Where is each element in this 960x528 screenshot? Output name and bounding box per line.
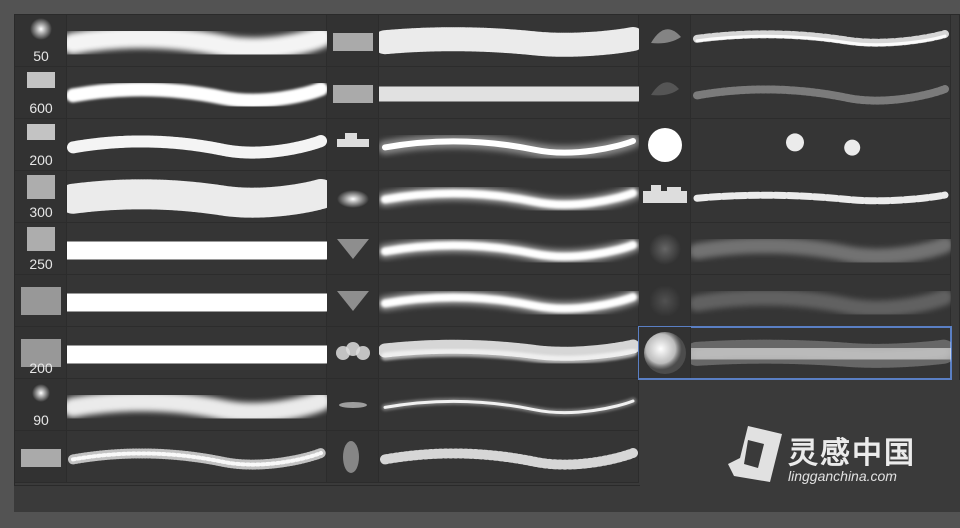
brush-stroke-preview: [67, 431, 326, 482]
brush-tip-icon: [15, 275, 67, 326]
brush-preset[interactable]: [639, 275, 951, 327]
brush-stroke-preview: [691, 67, 950, 118]
brush-stroke-preview: [67, 379, 327, 430]
brush-stroke-preview: [67, 119, 327, 170]
brush-preset[interactable]: [327, 327, 639, 379]
brush-preset[interactable]: [15, 431, 327, 483]
brush-stroke-preview: [67, 275, 327, 326]
brush-preset[interactable]: [327, 223, 639, 275]
brush-tip-icon: [639, 67, 691, 118]
watermark-url: lingganchina.com: [788, 468, 897, 484]
brush-stroke-preview: [67, 67, 327, 118]
brush-stroke-preview: [691, 15, 950, 66]
brush-size-label: 600: [29, 100, 53, 116]
brush-preset[interactable]: 90: [15, 379, 327, 431]
brush-tip-icon: [327, 379, 379, 430]
brush-stroke-preview: [67, 327, 327, 378]
brush-tip-icon: [327, 275, 379, 326]
brush-stroke-preview: [379, 223, 639, 274]
brush-size-label: 200: [29, 360, 53, 376]
brush-preset[interactable]: 300: [15, 171, 327, 223]
brush-stroke-preview: [67, 171, 327, 222]
brush-size-label: 200: [29, 152, 53, 168]
brush-stroke-preview: [379, 67, 639, 118]
brush-size-label: 250: [29, 256, 53, 272]
brush-preset[interactable]: [327, 275, 639, 327]
brush-preset[interactable]: 50: [15, 15, 327, 67]
brush-preset[interactable]: 250: [15, 223, 327, 275]
brush-tip-icon: [15, 431, 67, 482]
brush-size-label: 50: [33, 48, 49, 64]
brush-preset[interactable]: [638, 326, 952, 380]
brush-preset[interactable]: [639, 223, 951, 275]
brush-preset[interactable]: [327, 67, 639, 119]
brush-tip-icon: [327, 119, 379, 170]
brush-stroke-preview: [379, 15, 639, 66]
brush-preset[interactable]: [639, 67, 951, 119]
watermark-logo-icon: [728, 426, 782, 482]
brush-tip-icon: [639, 327, 691, 378]
brush-tip-icon: [327, 15, 379, 66]
brush-preset[interactable]: [327, 171, 639, 223]
brush-stroke-preview: [379, 171, 639, 222]
brush-tip-icon: [639, 171, 691, 222]
brush-stroke-preview: [379, 379, 638, 430]
brush-stroke-preview: [691, 275, 951, 326]
brush-preset[interactable]: [15, 275, 327, 327]
brush-stroke-preview: [691, 327, 951, 378]
brush-tip-icon: [327, 67, 379, 118]
brush-preset[interactable]: 600: [15, 67, 327, 119]
brush-stroke-preview: [379, 119, 639, 170]
panel-bottom-bar: [14, 485, 640, 512]
brush-preset[interactable]: 200: [15, 327, 327, 379]
brush-tip-icon: [639, 15, 691, 66]
brush-preset[interactable]: [327, 15, 639, 67]
brush-preset[interactable]: [639, 171, 951, 223]
watermark-title: 灵感中国: [788, 436, 916, 471]
brush-tip-icon: [327, 171, 379, 222]
brush-preset[interactable]: 200: [15, 119, 327, 171]
brush-stroke-preview: [67, 223, 327, 274]
brush-stroke-preview: [67, 15, 327, 66]
brush-size-label: 90: [33, 412, 49, 428]
brush-stroke-preview: [691, 119, 950, 170]
brush-preset[interactable]: [327, 431, 639, 483]
brush-preset[interactable]: [639, 119, 951, 171]
brush-stroke-preview: [379, 327, 639, 378]
brush-tip-icon: [327, 431, 379, 482]
brush-tip-icon: [327, 223, 379, 274]
brush-stroke-preview: [379, 275, 639, 326]
brush-tip-icon: [639, 119, 691, 170]
brush-tip-icon: [639, 275, 691, 326]
brush-preset[interactable]: [327, 379, 639, 431]
brush-stroke-preview: [691, 171, 950, 222]
brush-stroke-preview: [379, 431, 638, 482]
watermark: 灵感中国 lingganchina.com: [726, 424, 946, 490]
brush-preset[interactable]: [639, 15, 951, 67]
brush-stroke-preview: [691, 223, 951, 274]
brush-tip-icon: [639, 223, 691, 274]
brush-tip-icon: [327, 327, 379, 378]
brush-size-label: 300: [29, 204, 53, 220]
brush-preset[interactable]: [327, 119, 639, 171]
